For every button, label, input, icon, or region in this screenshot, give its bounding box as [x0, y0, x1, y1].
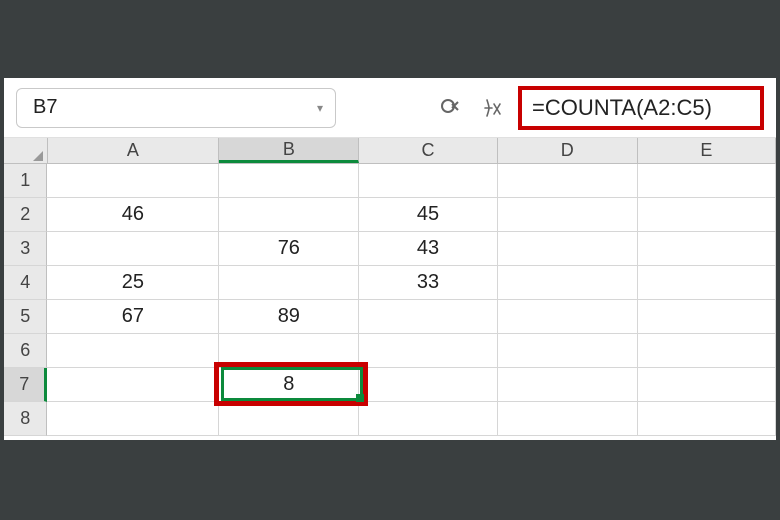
formula-toolbar: B7 ▾ =COUNTA(A2:C5): [4, 78, 776, 138]
grid-row: 78: [4, 368, 776, 402]
cell-A5[interactable]: 67: [47, 300, 219, 334]
cell-D3[interactable]: [498, 232, 638, 266]
grid-row: 56789: [4, 300, 776, 334]
cell-D2[interactable]: [498, 198, 638, 232]
grid-row: 1: [4, 164, 776, 198]
cell-E5[interactable]: [638, 300, 776, 334]
cell-B8[interactable]: [219, 402, 359, 436]
cell-C5[interactable]: [359, 300, 497, 334]
cell-B6[interactable]: [219, 334, 359, 368]
cell-C7[interactable]: [359, 368, 497, 402]
row-header-2[interactable]: 2: [4, 198, 47, 232]
row-header-5[interactable]: 5: [4, 300, 47, 334]
cell-C1[interactable]: [359, 164, 497, 198]
cell-D1[interactable]: [498, 164, 638, 198]
search-icon[interactable]: [434, 92, 466, 124]
cell-B4[interactable]: [219, 266, 359, 300]
grid-row: 3 7643: [4, 232, 776, 266]
column-header-C[interactable]: C: [359, 138, 497, 163]
formula-bar-value: =COUNTA(A2:C5): [532, 95, 712, 121]
row-header-8[interactable]: 8: [4, 402, 47, 436]
cell-B1[interactable]: [219, 164, 359, 198]
spreadsheet-app: B7 ▾ =COUNTA(A2:C5) ABCDE 124645: [4, 78, 776, 440]
spreadsheet-grid[interactable]: ABCDE 1246453764342533567896788: [4, 138, 776, 440]
cell-C3[interactable]: 43: [359, 232, 497, 266]
row-header-4[interactable]: 4: [4, 266, 47, 300]
grid-row: 8: [4, 402, 776, 436]
row-header-1[interactable]: 1: [4, 164, 47, 198]
formula-bar[interactable]: =COUNTA(A2:C5): [518, 86, 764, 130]
cell-D7[interactable]: [498, 368, 638, 402]
cell-A3[interactable]: [47, 232, 219, 266]
fx-icon[interactable]: [476, 92, 508, 124]
cell-E3[interactable]: [638, 232, 776, 266]
row-header-6[interactable]: 6: [4, 334, 47, 368]
row-header-7[interactable]: 7: [4, 368, 47, 402]
cell-E4[interactable]: [638, 266, 776, 300]
cell-D4[interactable]: [498, 266, 638, 300]
column-header-E[interactable]: E: [638, 138, 776, 163]
column-header-B[interactable]: B: [219, 138, 359, 163]
cell-D5[interactable]: [498, 300, 638, 334]
cell-B7[interactable]: 8: [219, 368, 359, 402]
cell-C6[interactable]: [359, 334, 497, 368]
cell-C4[interactable]: 33: [359, 266, 497, 300]
cell-B5[interactable]: 89: [219, 300, 359, 334]
name-box[interactable]: B7 ▾: [16, 88, 336, 128]
cell-C8[interactable]: [359, 402, 497, 436]
cell-D6[interactable]: [498, 334, 638, 368]
cell-E7[interactable]: [638, 368, 776, 402]
row-header-3[interactable]: 3: [4, 232, 47, 266]
cell-A6[interactable]: [47, 334, 219, 368]
column-header-A[interactable]: A: [48, 138, 220, 163]
cell-E6[interactable]: [638, 334, 776, 368]
cell-D8[interactable]: [498, 402, 638, 436]
cell-B3[interactable]: 76: [219, 232, 359, 266]
cell-A2[interactable]: 46: [47, 198, 219, 232]
name-box-value: B7: [33, 96, 57, 119]
grid-row: 246 45: [4, 198, 776, 232]
cell-A8[interactable]: [47, 402, 219, 436]
cell-B2[interactable]: [219, 198, 359, 232]
cell-A4[interactable]: 25: [47, 266, 219, 300]
cell-E2[interactable]: [638, 198, 776, 232]
column-header-D[interactable]: D: [498, 138, 638, 163]
cell-C2[interactable]: 45: [359, 198, 497, 232]
grid-row: 6: [4, 334, 776, 368]
cell-A7[interactable]: [47, 368, 219, 402]
dropdown-caret-icon[interactable]: ▾: [317, 101, 323, 115]
select-all-corner[interactable]: [4, 138, 48, 163]
grid-rows: 1246453764342533567896788: [4, 164, 776, 436]
grid-row: 425 33: [4, 266, 776, 300]
cell-E1[interactable]: [638, 164, 776, 198]
column-headers: ABCDE: [4, 138, 776, 164]
cell-A1[interactable]: [47, 164, 219, 198]
cell-E8[interactable]: [638, 402, 776, 436]
